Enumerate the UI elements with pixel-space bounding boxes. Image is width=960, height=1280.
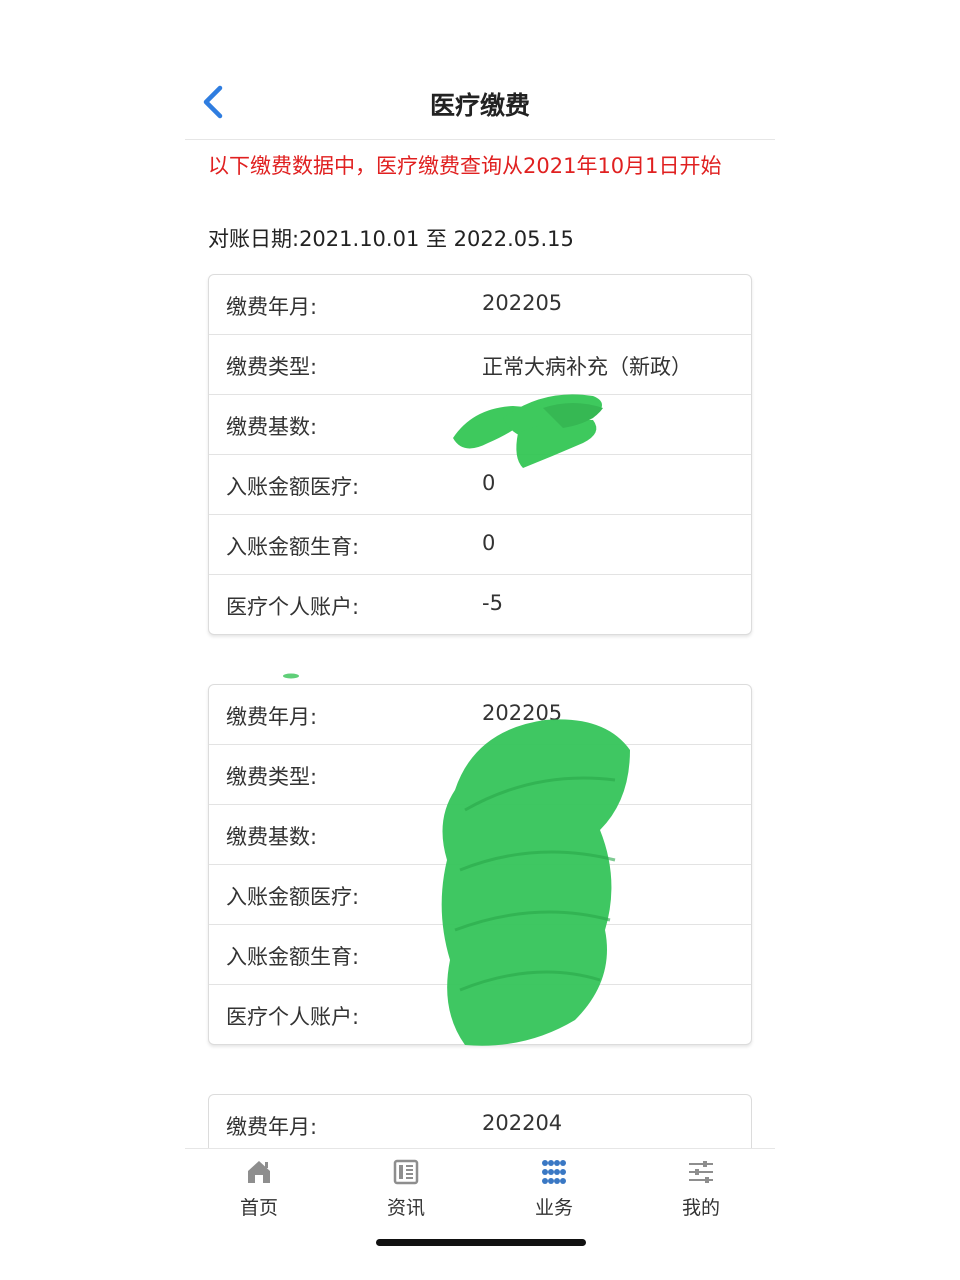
notice-text: 以下缴费数据中，医疗缴费查询从2021年10月1日开始 xyxy=(208,154,722,178)
record-row-month: 缴费年月: 202205 xyxy=(209,685,751,745)
record-row-medical-amount: 入账金额医疗: xyxy=(209,865,751,925)
row-label: 缴费基数: xyxy=(226,415,318,439)
tab-mine[interactable]: 我的 xyxy=(627,1157,775,1227)
row-label: 缴费类型: xyxy=(226,765,318,789)
row-label: 医疗个人账户: xyxy=(226,595,360,619)
row-label: 缴费年月: xyxy=(226,705,318,729)
page-title: 医疗缴费 xyxy=(429,91,530,120)
tab-label: 首页 xyxy=(239,1197,278,1219)
tab-label: 资讯 xyxy=(386,1197,425,1219)
row-value: 202205 xyxy=(482,701,563,725)
tab-label: 业务 xyxy=(534,1197,573,1219)
record-row-base: 缴费基数: xyxy=(209,395,751,455)
payment-record-card: 缴费年月: 202205 缴费类型: 正常大病补充（新政） 缴费基数: 入账金额… xyxy=(208,274,752,635)
tab-label: 我的 xyxy=(681,1197,720,1219)
news-icon xyxy=(393,1159,419,1185)
record-row-maternity-amount: 入账金额生育: xyxy=(209,925,751,985)
row-label: 入账金额生育: xyxy=(226,945,360,969)
row-value: 0 xyxy=(482,531,496,555)
row-label: 入账金额医疗: xyxy=(226,885,360,909)
row-label: 缴费年月: xyxy=(226,295,318,319)
record-row-medical-amount: 入账金额医疗: 0 xyxy=(209,455,751,515)
record-row-personal-account: 医疗个人账户: -5 xyxy=(209,575,751,634)
reconcile-date-range: 对账日期:2021.10.01 至 2022.05.15 xyxy=(208,227,574,251)
record-row-month: 缴费年月: 202204 xyxy=(209,1095,751,1154)
payment-record-card: 缴费年月: 202204 xyxy=(208,1094,752,1154)
home-icon xyxy=(248,1161,270,1183)
home-indicator xyxy=(376,1239,586,1246)
row-label: 缴费基数: xyxy=(226,825,318,849)
redaction-mark xyxy=(283,673,299,679)
tab-home[interactable]: 首页 xyxy=(185,1157,333,1227)
row-label: 缴费类型: xyxy=(226,355,318,379)
row-label: 入账金额生育: xyxy=(226,535,360,559)
row-value: 0 xyxy=(482,471,496,495)
row-value: 202205 xyxy=(482,291,563,315)
row-value: -5 xyxy=(482,591,503,615)
tab-news[interactable]: 资讯 xyxy=(332,1157,480,1227)
record-row-type: 缴费类型: 正常大病补充（新政） xyxy=(209,335,751,395)
record-row-type: 缴费类型: xyxy=(209,745,751,805)
row-value: 正常大病补充（新政） xyxy=(482,355,692,379)
app-screen: 医疗缴费 以下缴费数据中，医疗缴费查询从2021年10月1日开始 对账日期:20… xyxy=(185,60,775,1280)
tab-business[interactable]: 业务 xyxy=(480,1157,628,1227)
row-label: 缴费年月: xyxy=(226,1115,318,1139)
row-value: 202204 xyxy=(482,1111,563,1135)
record-row-personal-account: 医疗个人账户: xyxy=(209,985,751,1044)
bottom-tab-bar: 首页 资讯 业务 我的 xyxy=(185,1148,775,1280)
record-row-base: 缴费基数: xyxy=(209,805,751,865)
row-label: 入账金额医疗: xyxy=(226,475,360,499)
record-row-maternity-amount: 入账金额生育: 0 xyxy=(209,515,751,575)
grid-icon xyxy=(542,1160,566,1184)
settings-sliders-icon xyxy=(689,1161,713,1183)
record-row-month: 缴费年月: 202205 xyxy=(209,275,751,335)
nav-header: 医疗缴费 xyxy=(185,60,775,140)
row-label: 医疗个人账户: xyxy=(226,1005,360,1029)
payment-record-card: 缴费年月: 202205 缴费类型: 缴费基数: 入账金额医疗: 入账金额生育:… xyxy=(208,684,752,1045)
